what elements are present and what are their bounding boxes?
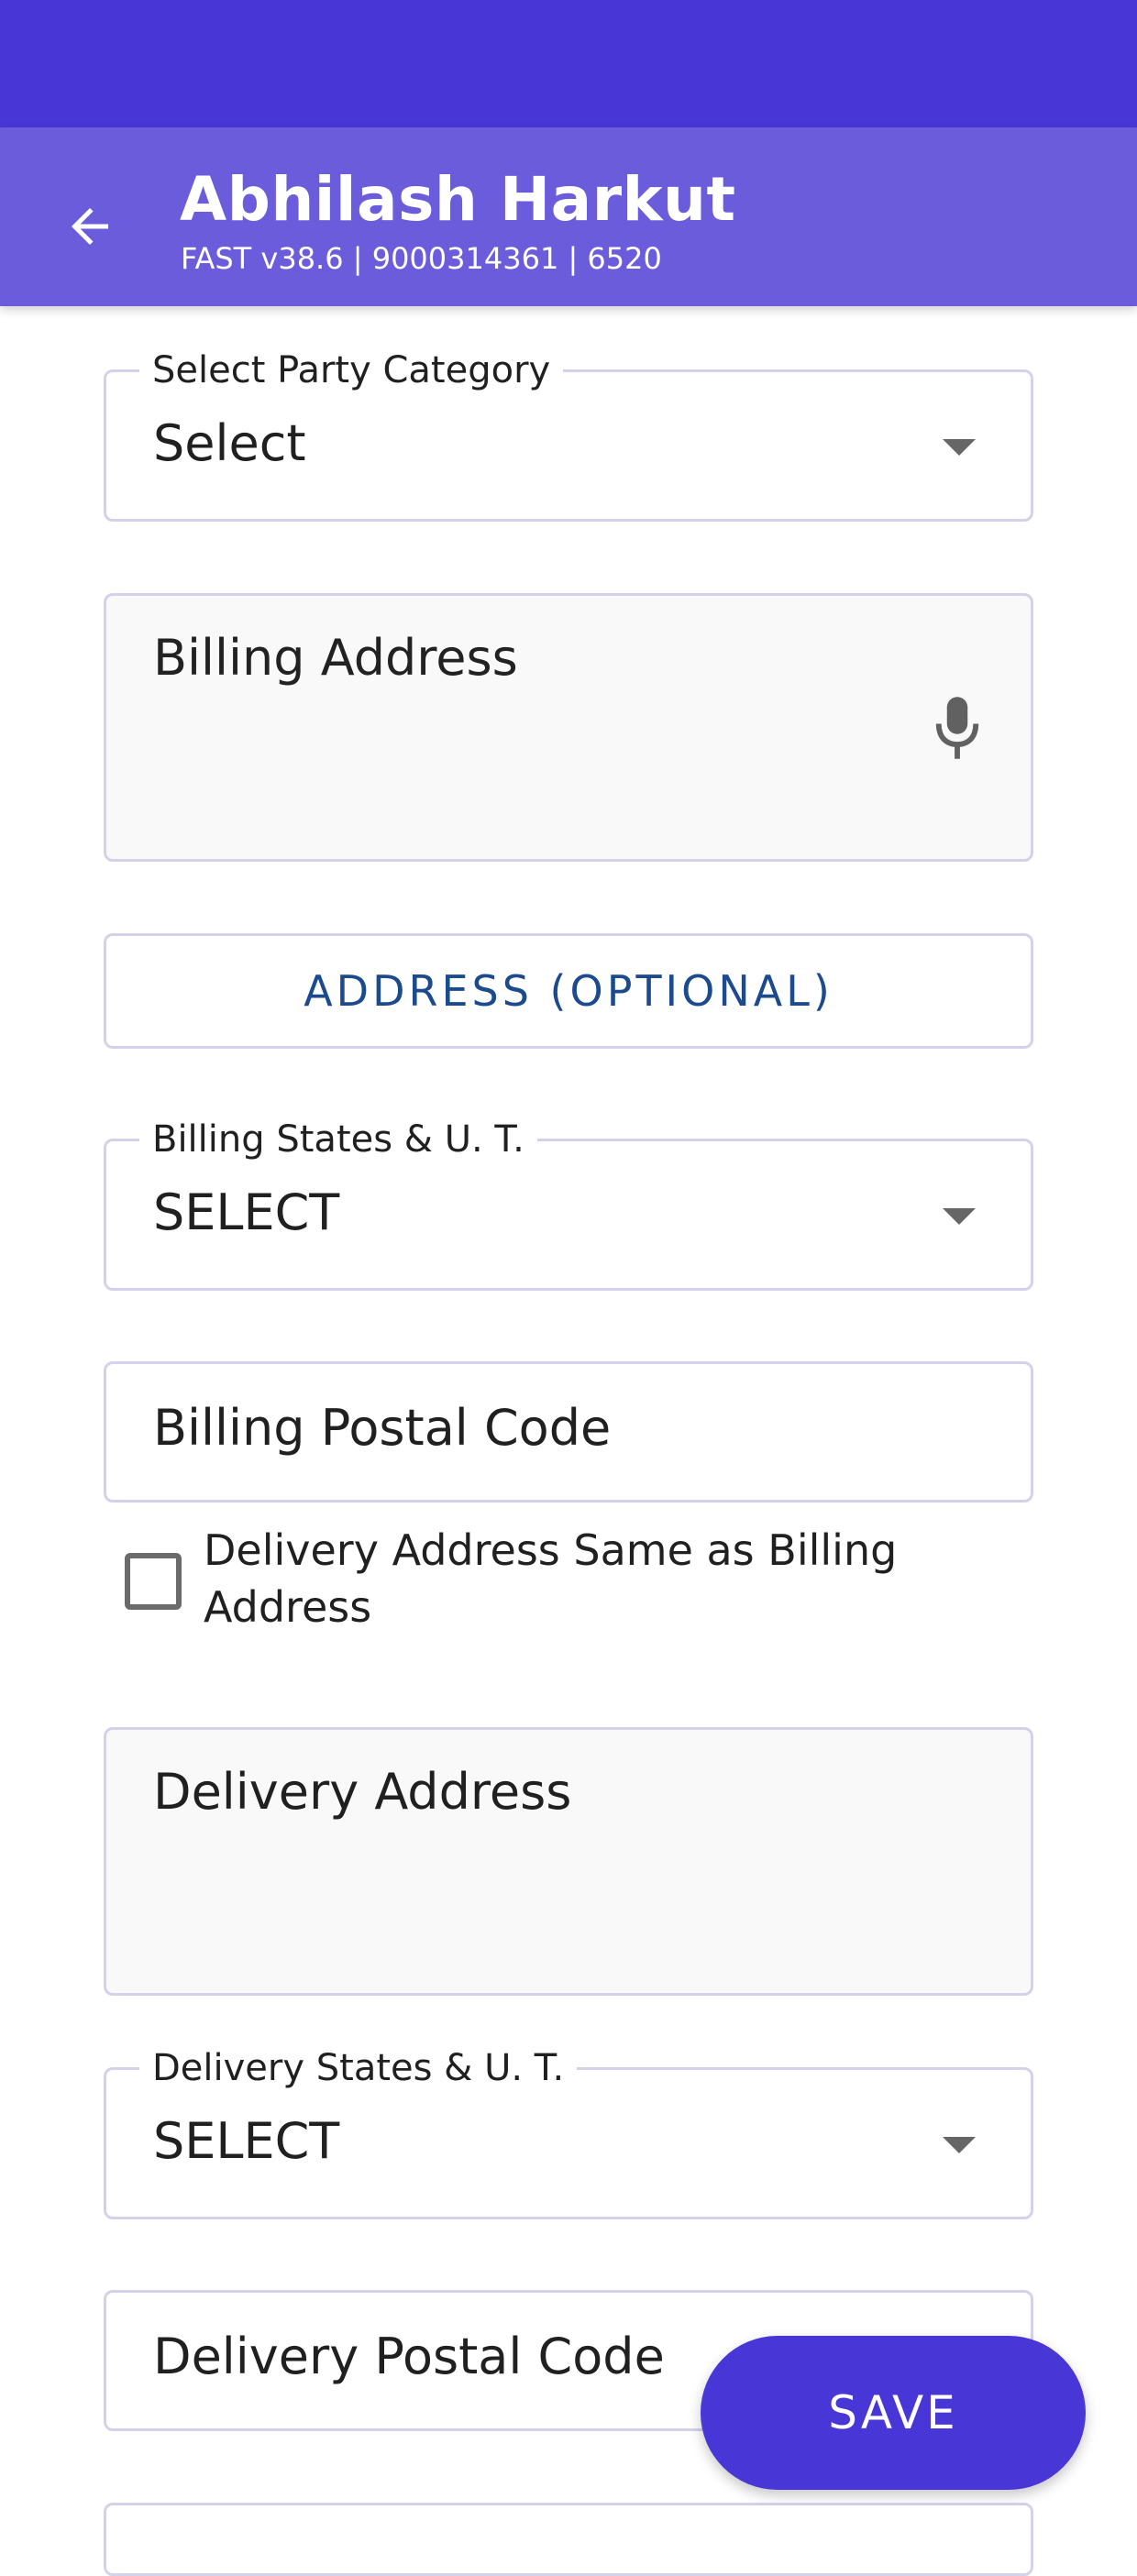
- delivery-state-value: SELECT: [153, 2112, 340, 2170]
- billing-state-value: SELECT: [153, 1183, 340, 1241]
- app-bar: Abhilash Harkut FAST v38.6 | 9000314361 …: [0, 127, 1137, 306]
- delivery-address-field[interactable]: Delivery Address: [104, 1727, 1033, 1996]
- same-as-billing-label: Delivery Address Same as Billing Address: [204, 1525, 898, 1632]
- dropdown-caret-icon: [943, 439, 976, 456]
- party-category-label: Select Party Category: [139, 347, 564, 394]
- status-bar: [0, 0, 1137, 127]
- dropdown-caret-icon: [943, 1208, 976, 1225]
- billing-address-field[interactable]: Billing Address: [104, 593, 1033, 862]
- page-title: Abhilash Harkut: [180, 164, 736, 235]
- billing-state-label: Billing States & U. T.: [139, 1116, 537, 1163]
- arrow-left-icon: [72, 208, 108, 245]
- billing-address-placeholder: Billing Address: [153, 629, 518, 687]
- save-button[interactable]: SAVE: [701, 2336, 1086, 2490]
- billing-state-dropdown[interactable]: Billing States & U. T. SELECT: [104, 1116, 1033, 1291]
- address-optional-button[interactable]: ADDRESS (OPTIONAL): [104, 933, 1033, 1049]
- same-as-billing-checkbox[interactable]: [125, 1553, 182, 1610]
- party-category-value: Select: [153, 414, 306, 472]
- next-field-partial[interactable]: [104, 2503, 1033, 2576]
- same-as-billing-row: Delivery Address Same as Billing Address: [125, 1522, 1032, 1632]
- page-subtitle: FAST v38.6 | 9000314361 | 6520: [181, 241, 662, 276]
- delivery-state-label: Delivery States & U. T.: [139, 2044, 578, 2092]
- dropdown-caret-icon: [943, 2137, 976, 2153]
- delivery-postal-code-placeholder: Delivery Postal Code: [153, 2328, 665, 2385]
- delivery-state-dropdown[interactable]: Delivery States & U. T. SELECT: [104, 2044, 1033, 2219]
- back-button[interactable]: [46, 182, 134, 270]
- billing-postal-code-placeholder: Billing Postal Code: [153, 1399, 612, 1457]
- party-category-dropdown[interactable]: Select Party Category Select: [104, 347, 1033, 522]
- billing-postal-code-field[interactable]: Billing Postal Code: [104, 1361, 1033, 1503]
- microphone-icon[interactable]: [932, 695, 983, 761]
- delivery-address-placeholder: Delivery Address: [153, 1763, 572, 1821]
